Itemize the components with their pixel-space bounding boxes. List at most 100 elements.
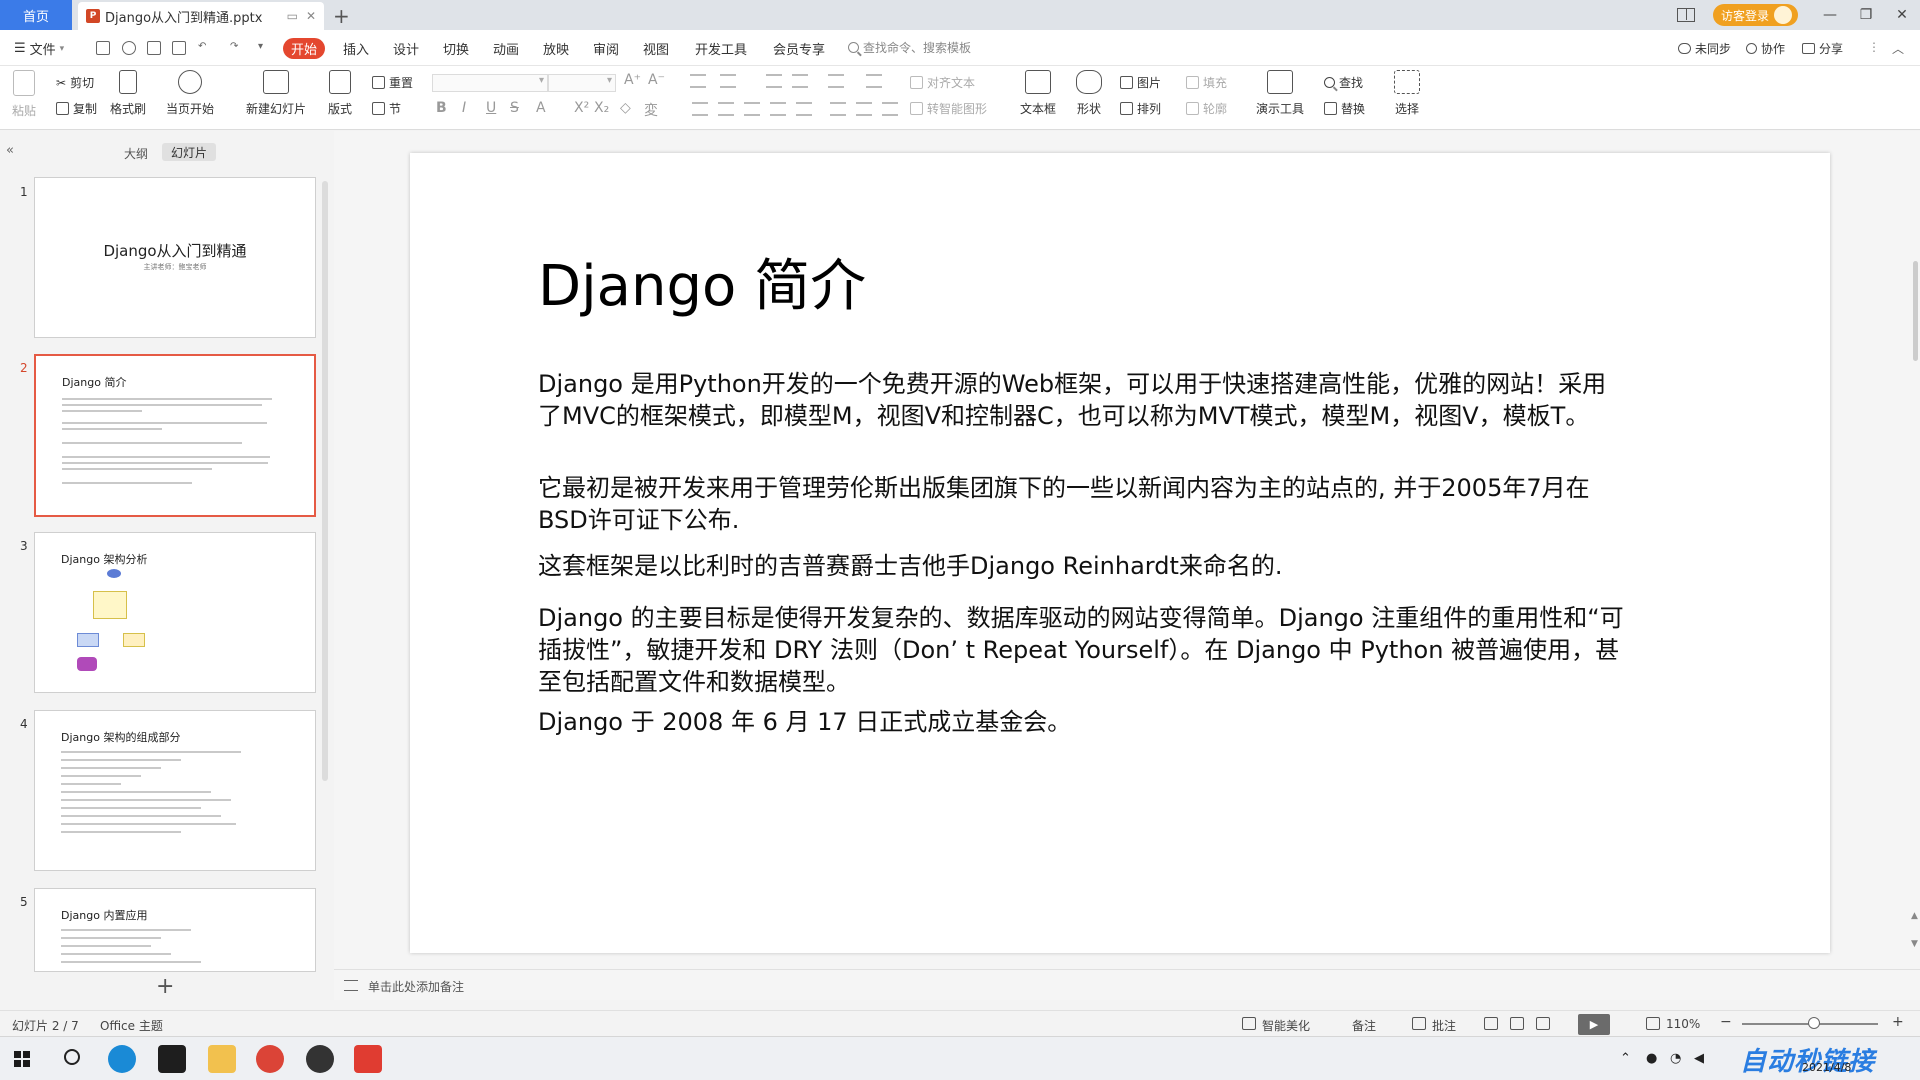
zoom-slider-handle[interactable] [1808, 1017, 1820, 1029]
wps-icon[interactable] [354, 1045, 382, 1073]
normal-view-icon[interactable] [1484, 1017, 1498, 1030]
print-icon[interactable] [147, 41, 161, 55]
subscript-icon[interactable]: X₂ [594, 100, 609, 116]
paste-button[interactable]: 粘贴 [12, 70, 36, 119]
decrease-indent-icon[interactable] [766, 74, 782, 88]
justify-icon[interactable] [770, 102, 786, 116]
share-button[interactable]: 分享 [1802, 40, 1843, 57]
window-layout-icon[interactable] [1676, 8, 1695, 22]
replace-button[interactable]: 替换 [1324, 100, 1365, 117]
slide-paragraph[interactable]: 它最初是被开发来用于管理劳伦斯出版集团旗下的一些以新闻内容为主的站点的, 并于2… [538, 472, 1628, 536]
minimize-button[interactable]: — [1812, 7, 1848, 23]
font-shrink-icon[interactable]: A⁻ [648, 72, 665, 88]
italic-icon[interactable]: I [462, 100, 466, 116]
paragraph-spacing-icon[interactable] [856, 102, 872, 116]
tab-slideshow[interactable]: 放映 [543, 39, 569, 58]
align-left-icon[interactable] [692, 102, 708, 116]
fill-button[interactable]: 填充 [1186, 74, 1227, 91]
command-search[interactable]: 查找命令、搜索模板 [848, 39, 971, 56]
file-menu[interactable]: ☰ 文件 ▾ [14, 39, 64, 58]
tray-chevron-icon[interactable]: ⌃ [1620, 1051, 1631, 1066]
section-button[interactable]: 节 [372, 100, 401, 117]
tab-start[interactable]: 开始 [283, 38, 325, 59]
terminal-icon[interactable] [158, 1045, 186, 1073]
line-spacing-icon[interactable] [830, 102, 846, 116]
arrange-button[interactable]: 排列 [1120, 100, 1161, 117]
zoom-in-icon[interactable]: + [1892, 1014, 1904, 1030]
guest-login-button[interactable]: 访客登录 [1712, 4, 1798, 26]
slide-thumbnail-1[interactable]: Django从入门到精通 主讲老师：鲍宝老师 [34, 177, 316, 338]
phonetic-icon[interactable]: 変 [644, 100, 658, 120]
redo-icon[interactable]: ↷ [230, 41, 238, 52]
app-icon[interactable] [306, 1045, 334, 1073]
windows-start-icon[interactable] [14, 1051, 30, 1067]
grid-view-icon[interactable] [1510, 1017, 1524, 1030]
new-slide-button[interactable]: 新建幻灯片 [246, 70, 306, 117]
format-painter-button[interactable]: 格式刷 [110, 70, 146, 117]
slide-paragraph[interactable]: Django 是用Python开发的一个免费开源的Web框架，可以用于快速搭建高… [538, 368, 1628, 432]
slide-paragraph[interactable]: Django 于 2008 年 6 月 17 日正式成立基金会。 [538, 706, 1628, 738]
slide-paragraph[interactable]: Django 的主要目标是使得开发复杂的、数据库驱动的网站变得简单。Django… [538, 602, 1628, 698]
outline-button[interactable]: 轮廓 [1186, 100, 1227, 117]
tab-slides[interactable]: 幻灯片 [162, 143, 216, 161]
font-family-select[interactable] [432, 74, 548, 92]
new-tab-button[interactable]: + [333, 4, 350, 28]
search-icon[interactable] [64, 1049, 80, 1065]
edge-browser-icon[interactable] [108, 1045, 136, 1073]
select-button[interactable]: 选择 [1394, 70, 1420, 117]
font-grow-icon[interactable]: A⁺ [624, 72, 641, 88]
text-direction-icon[interactable] [828, 74, 844, 88]
thumbnail-scrollbar[interactable] [322, 181, 328, 781]
collaborate-button[interactable]: 协作 [1746, 40, 1785, 57]
layout-button[interactable]: 版式 [328, 70, 352, 117]
document-tab[interactable]: P Django从入门到精通.pptx ▭ ✕ [78, 2, 324, 30]
more-icon[interactable]: ⋮ [1868, 40, 1880, 54]
find-button[interactable]: 查找 [1324, 74, 1363, 91]
play-current-button[interactable]: 当页开始 [166, 70, 214, 117]
bold-icon[interactable]: B [436, 100, 447, 116]
output-icon[interactable] [122, 41, 136, 55]
cut-button[interactable]: ✂ 剪切 [56, 74, 94, 91]
print-preview-icon[interactable] [172, 41, 186, 55]
home-tab[interactable]: 首页 [0, 0, 72, 30]
scrollbar-thumb[interactable] [1913, 261, 1918, 361]
customize-toolbar-icon[interactable]: ▾ [258, 41, 263, 52]
smart-beautify-button[interactable]: 智能美化 [1262, 1017, 1310, 1034]
align-right-icon[interactable] [744, 102, 760, 116]
sync-status[interactable]: 未同步 [1678, 40, 1731, 57]
notes-toggle-button[interactable]: 备注 [1352, 1017, 1376, 1034]
canvas-scrollbar[interactable]: ▲ ▼ [1910, 131, 1920, 969]
network-icon[interactable]: ◔ [1670, 1051, 1681, 1066]
bullets-icon[interactable] [690, 74, 706, 88]
scroll-down-icon[interactable]: ▼ [1911, 939, 1918, 949]
shape-button[interactable]: 形状 [1076, 70, 1102, 117]
tab-pin-icon[interactable]: ▭ [287, 9, 298, 23]
zoom-level[interactable]: 110% [1666, 1017, 1700, 1031]
align-text-button[interactable]: 对齐文本 [910, 74, 975, 91]
tab-developer[interactable]: 开发工具 [695, 39, 747, 58]
volume-icon[interactable]: ◀ [1694, 1051, 1704, 1066]
close-window-button[interactable]: ✕ [1884, 7, 1920, 23]
tab-view[interactable]: 视图 [643, 39, 669, 58]
smartart-button[interactable]: 转智能图形 [910, 100, 987, 117]
scroll-up-icon[interactable]: ▲ [1911, 911, 1918, 921]
tab-close-icon[interactable]: ✕ [306, 9, 316, 23]
chrome-icon[interactable] [256, 1045, 284, 1073]
collapse-panel-icon[interactable]: « [6, 143, 14, 158]
collapse-ribbon-icon[interactable]: ︿ [1892, 40, 1904, 57]
picture-button[interactable]: 图片 [1120, 74, 1161, 91]
sort-icon[interactable] [866, 74, 882, 88]
presenter-tools-button[interactable]: 演示工具 [1256, 70, 1304, 117]
comments-button[interactable]: 批注 [1432, 1017, 1456, 1034]
slide-thumbnail-5[interactable]: Django 内置应用 [34, 888, 316, 972]
slide-thumbnail-3[interactable]: Django 架构分析 [34, 532, 316, 693]
slide-thumbnail-2[interactable]: Django 简介 [34, 354, 316, 517]
tab-outline[interactable]: 大纲 [124, 145, 148, 162]
distribute-icon[interactable] [796, 102, 812, 116]
tab-transitions[interactable]: 切换 [443, 39, 469, 58]
microphone-icon[interactable]: ● [1646, 1051, 1657, 1066]
undo-icon[interactable]: ↶ [198, 41, 206, 52]
slideshow-play-button[interactable]: ▶ [1578, 1014, 1610, 1035]
underline-icon[interactable]: U [486, 100, 496, 116]
slide-title[interactable]: Django 简介 [538, 241, 866, 322]
